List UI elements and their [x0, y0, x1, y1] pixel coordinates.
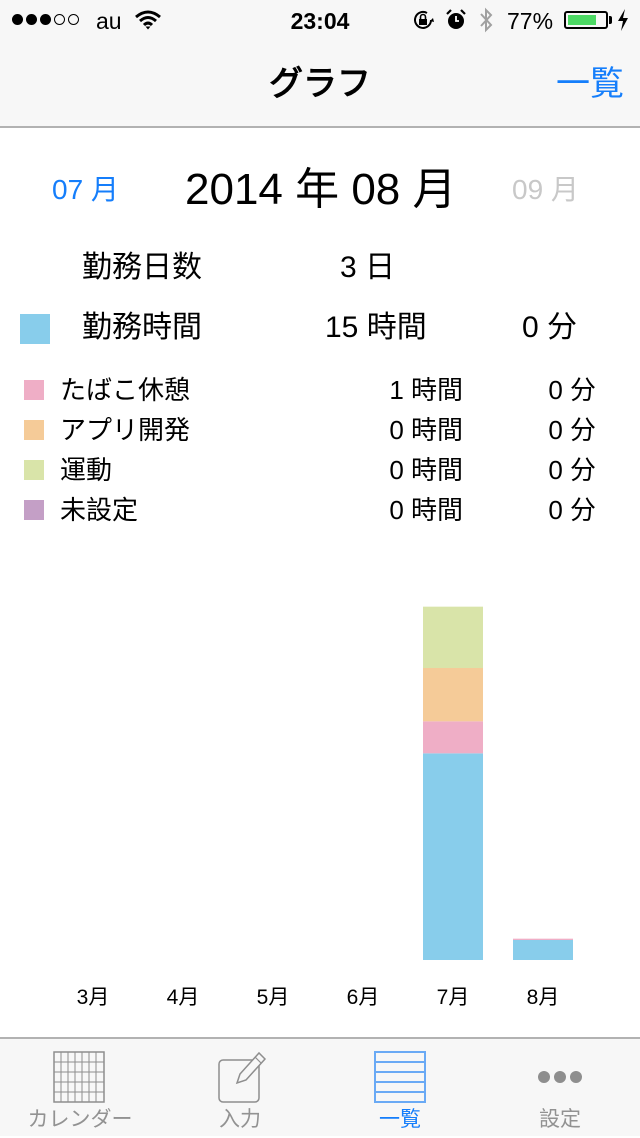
- x-tick-label: 3月: [76, 986, 110, 1009]
- bar-segment-8月-勤務時間: [513, 940, 573, 960]
- tab-label: 一覧: [379, 1108, 421, 1131]
- work-time-minutes: 0 分: [522, 311, 578, 344]
- list-button[interactable]: 一覧: [556, 62, 624, 106]
- status-bar: au 23:04 77%: [0, 0, 640, 40]
- note-pencil-icon: [218, 1051, 267, 1103]
- work-days-value: 3 日: [340, 251, 396, 284]
- tab-list[interactable]: 一覧: [320, 1039, 480, 1138]
- x-tick-label: 6月: [346, 986, 380, 1009]
- category-color-swatch: [24, 420, 44, 440]
- work-time-color-swatch: [20, 314, 50, 344]
- monthly-stacked-bar-chart: [423, 606, 573, 960]
- category-color-swatch: [24, 460, 44, 480]
- battery-icon: [564, 11, 608, 29]
- orientation-lock-icon: [414, 10, 434, 29]
- tab-bar: カレンダー 入力 一覧 設定: [0, 1037, 640, 1136]
- category-minutes: 0 分: [548, 415, 596, 445]
- tab-settings[interactable]: 設定: [480, 1039, 640, 1138]
- work-time-label: 勤務時間: [82, 311, 202, 344]
- bar-segment-7月-勤務時間: [423, 753, 483, 960]
- battery-percent: 77%: [507, 8, 554, 34]
- battery-tip: [609, 16, 612, 24]
- category-label: アプリ開発: [60, 415, 191, 445]
- next-month-button[interactable]: 09 月: [512, 172, 579, 208]
- category-label: 運動: [60, 455, 113, 485]
- category-hours: 1 時間: [389, 375, 463, 405]
- bar-segment-8月-たばこ休憩: [513, 938, 573, 940]
- bar-segment-7月-運動: [423, 606, 483, 668]
- navigation-bar: グラフ 一覧: [0, 40, 640, 128]
- category-label: 未設定: [60, 495, 139, 525]
- bar-segment-7月-たばこ休憩: [423, 721, 483, 754]
- calendar-grid-icon: [53, 1051, 105, 1103]
- tab-label: カレンダー: [27, 1108, 133, 1131]
- x-tick-label: 4月: [166, 986, 200, 1009]
- category-color-swatch: [24, 380, 44, 400]
- category-color-swatch: [24, 500, 44, 520]
- previous-month-button[interactable]: 07 月: [52, 172, 119, 208]
- category-hours: 0 時間: [389, 495, 463, 525]
- category-minutes: 0 分: [548, 495, 596, 525]
- x-tick-label: 5月: [256, 986, 290, 1009]
- tab-label: 設定: [539, 1108, 581, 1131]
- x-tick-label: 7月: [436, 986, 470, 1009]
- current-month-title: 2014 年 08 月: [185, 165, 457, 214]
- page-title: グラフ: [269, 65, 371, 103]
- bluetooth-icon: [480, 7, 493, 33]
- work-time-hours: 15 時間: [325, 311, 427, 344]
- category-label: たばこ休憩: [60, 375, 191, 405]
- tab-input[interactable]: 入力: [160, 1039, 320, 1138]
- alarm-icon: [446, 9, 466, 29]
- tab-label: 入力: [219, 1108, 261, 1131]
- work-days-label: 勤務日数: [82, 251, 202, 284]
- bolt-icon: [618, 9, 628, 31]
- category-minutes: 0 分: [548, 455, 596, 485]
- bar-segment-7月-アプリ開発: [423, 668, 483, 722]
- x-tick-label: 8月: [526, 986, 560, 1009]
- category-hours: 0 時間: [389, 415, 463, 445]
- category-hours: 0 時間: [389, 455, 463, 485]
- tab-calendar[interactable]: カレンダー: [0, 1039, 160, 1138]
- list-icon: [374, 1051, 426, 1103]
- category-minutes: 0 分: [548, 375, 596, 405]
- more-dots-icon: [538, 1071, 582, 1083]
